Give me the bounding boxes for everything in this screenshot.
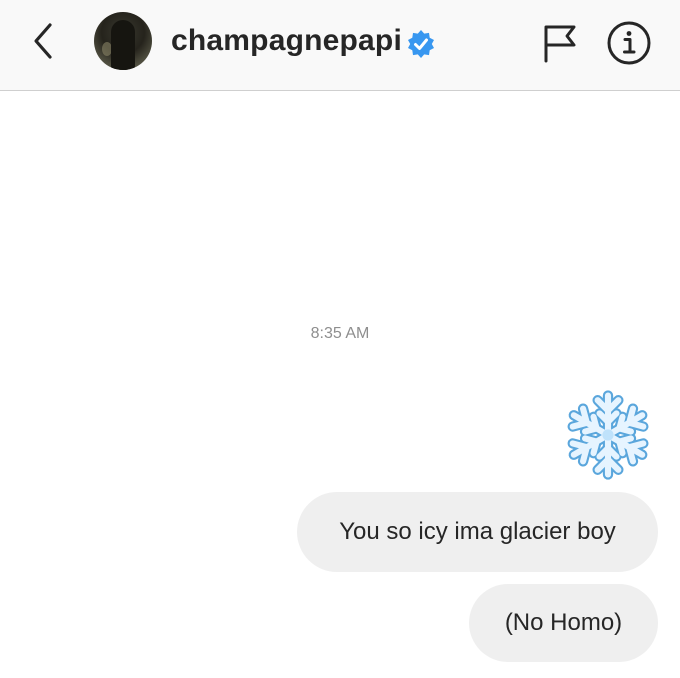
- chat-header: champagnepapi: [0, 0, 680, 91]
- message-timestamp: 8:35 AM: [310, 325, 370, 342]
- message-bubble[interactable]: (No Homo): [469, 584, 658, 662]
- avatar[interactable]: [94, 12, 152, 70]
- chat-username[interactable]: champagnepapi: [171, 24, 402, 58]
- flag-icon[interactable]: [540, 21, 580, 65]
- back-chevron-icon[interactable]: [26, 18, 62, 64]
- message-bubble[interactable]: You so icy ima glacier boy: [297, 492, 658, 572]
- verified-badge-icon: [408, 30, 434, 58]
- info-icon[interactable]: [606, 20, 652, 66]
- avatar-figure: [111, 20, 135, 70]
- snowflake-icon[interactable]: [561, 388, 655, 482]
